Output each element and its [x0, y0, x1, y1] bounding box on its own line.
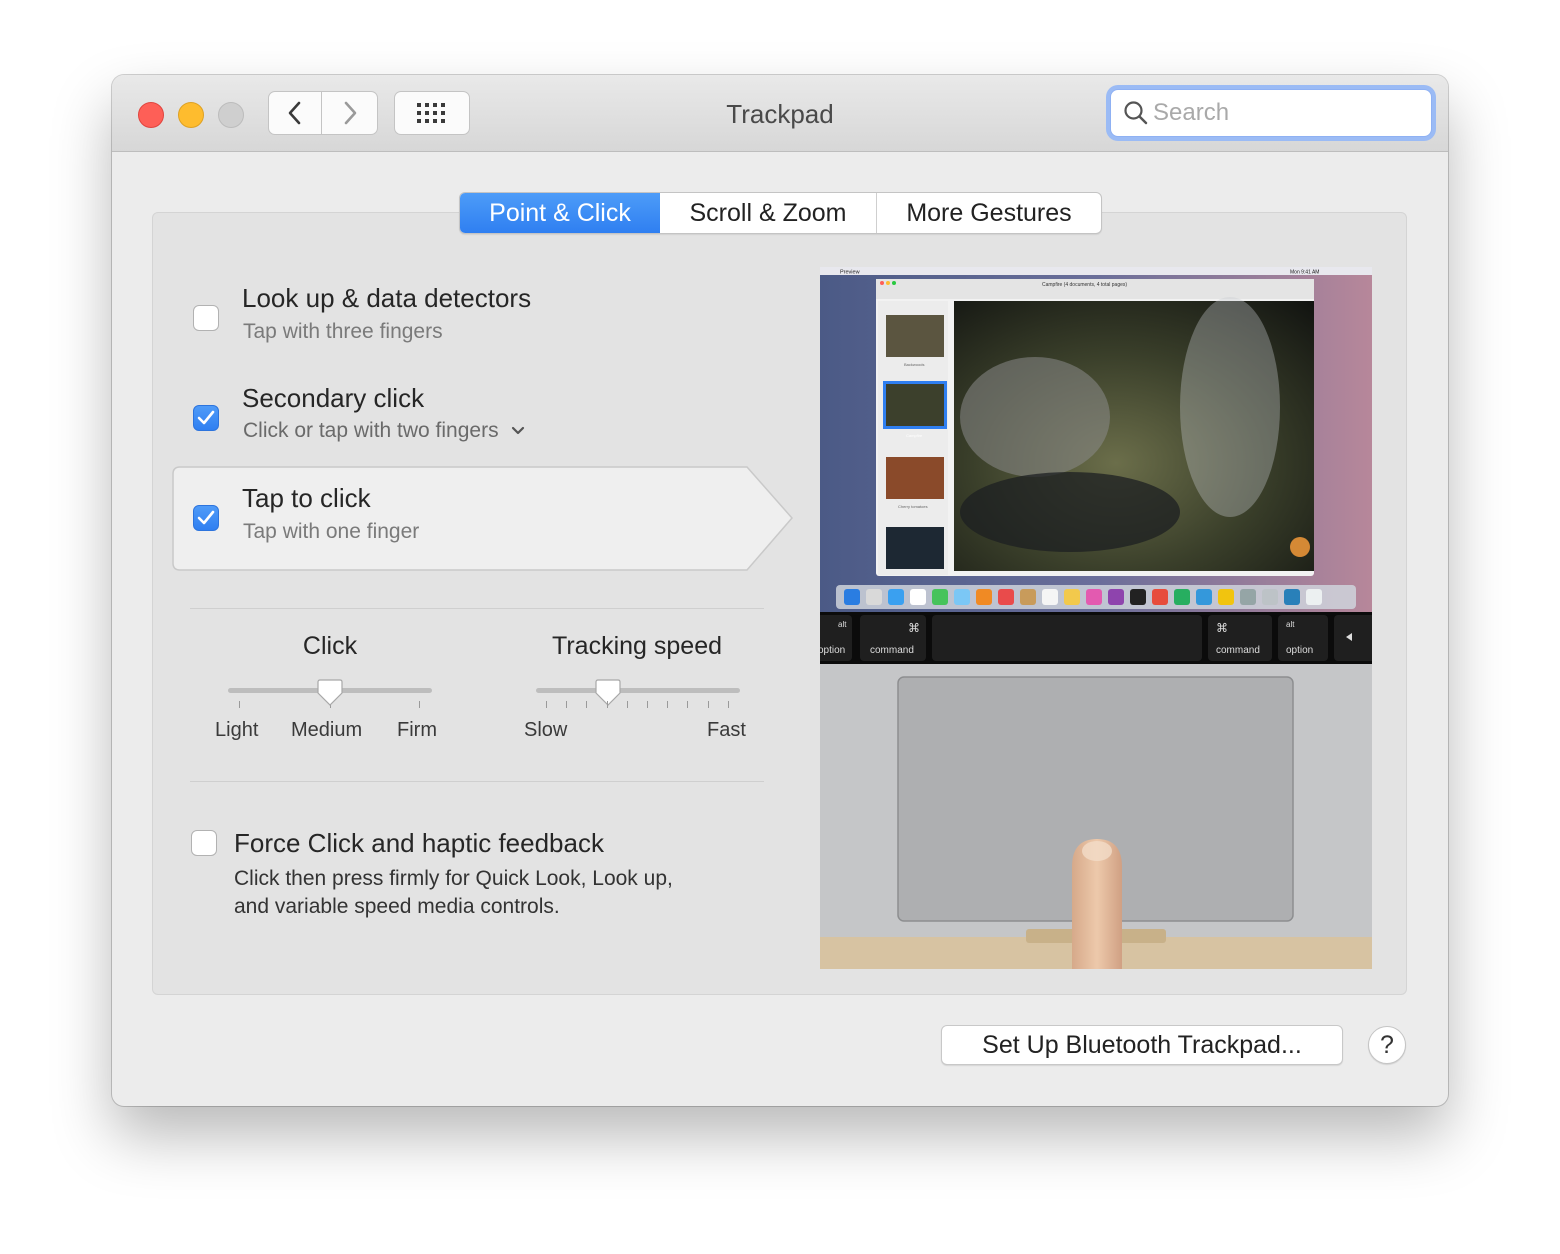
- svg-text:alt: alt: [838, 620, 847, 629]
- setup-bluetooth-trackpad-button[interactable]: Set Up Bluetooth Trackpad...: [941, 1025, 1343, 1065]
- secondary-click-checkbox[interactable]: [193, 405, 219, 431]
- dock-app-icon: [932, 589, 948, 605]
- slider-tick: [606, 701, 608, 708]
- search-input[interactable]: [1153, 99, 1413, 127]
- tap-to-click-subtitle: Tap with one finger: [243, 520, 420, 543]
- svg-text:option: option: [1286, 645, 1313, 656]
- tracking-slider-knob[interactable]: [595, 679, 621, 707]
- slider-tick: [687, 701, 689, 708]
- tracking-label-slow: Slow: [524, 719, 568, 741]
- svg-text:Cherry tomatoes: Cherry tomatoes: [898, 504, 928, 509]
- dock-app-icon: [1284, 589, 1300, 605]
- dock-app-icon: [1306, 589, 1322, 605]
- dock-app-icon: [1020, 589, 1036, 605]
- click-slider-title: Click: [302, 632, 358, 660]
- secondary-click-subtitle: Click or tap with two fingers: [243, 419, 499, 442]
- dock-app-icon: [1218, 589, 1234, 605]
- tap-to-click-checkbox[interactable]: [193, 505, 219, 531]
- lookup-title: Look up & data detectors: [242, 283, 532, 313]
- dock-app-icon: [1196, 589, 1212, 605]
- dock-app-icon: [1174, 589, 1190, 605]
- force-click-description-line1: Click then press firmly for Quick Look, …: [234, 867, 673, 890]
- svg-text:option: option: [820, 645, 845, 656]
- tab-point-click[interactable]: Point & Click: [460, 193, 660, 233]
- tracking-slider-track[interactable]: [536, 688, 740, 693]
- dock-app-icon: [1130, 589, 1146, 605]
- mini-clock: Mon 9:41 AM: [1290, 270, 1319, 276]
- svg-text:Campfire: Campfire: [906, 433, 923, 438]
- dock-app-icon: [1086, 589, 1102, 605]
- click-label-medium: Medium: [291, 719, 363, 741]
- force-click-title: Force Click and haptic feedback: [234, 828, 604, 858]
- svg-text:command: command: [870, 645, 914, 656]
- divider: [190, 608, 764, 609]
- search-field[interactable]: [1110, 89, 1432, 137]
- lookup-subtitle: Tap with three fingers: [243, 320, 443, 343]
- secondary-click-dropdown[interactable]: Click or tap with two fingers: [243, 419, 526, 443]
- mini-menubar-text: Preview: [840, 270, 860, 276]
- dock-app-icon: [954, 589, 970, 605]
- lookup-checkbox[interactable]: [193, 305, 219, 331]
- dock-app-icon: [1240, 589, 1256, 605]
- dock-app-icon: [976, 589, 992, 605]
- command-icon: ⌘: [908, 621, 920, 635]
- secondary-click-title: Secondary click: [242, 383, 425, 413]
- tab-bar: Point & Click Scroll & Zoom More Gesture…: [459, 192, 1102, 234]
- command-icon: ⌘: [1216, 621, 1228, 635]
- search-icon: [1123, 100, 1149, 126]
- tab-more-gestures[interactable]: More Gestures: [877, 193, 1101, 233]
- force-click-description-line2: and variable speed media controls.: [234, 895, 560, 918]
- svg-text:command: command: [1216, 645, 1260, 656]
- mini-doc-title: Campfire (4 documents, 4 total pages): [1042, 282, 1127, 288]
- svg-text:alt: alt: [1286, 620, 1295, 629]
- dock-app-icon: [844, 589, 860, 605]
- tracking-slider-title: Tracking speed: [552, 632, 722, 660]
- dock-app-icon: [1152, 589, 1168, 605]
- click-label-light: Light: [215, 719, 259, 741]
- click-slider-knob[interactable]: [317, 679, 343, 707]
- slider-tick: [419, 701, 420, 708]
- dock-app-icon: [1064, 589, 1080, 605]
- dock-app-icon: [998, 589, 1014, 605]
- chevron-down-icon: [512, 426, 525, 435]
- slider-tick: [566, 701, 568, 708]
- dock-app-icon: [866, 589, 882, 605]
- slider-tick: [647, 701, 648, 708]
- tab-scroll-zoom[interactable]: Scroll & Zoom: [660, 193, 877, 233]
- slider-tick: [727, 701, 729, 708]
- slider-tick: [239, 701, 240, 708]
- tracking-label-fast: Fast: [707, 719, 746, 741]
- title-bar: Trackpad: [112, 75, 1448, 152]
- dock-app-icon: [910, 589, 926, 605]
- slider-tick: [707, 701, 709, 708]
- dock-app-icon: [1042, 589, 1058, 605]
- help-button[interactable]: ?: [1368, 1026, 1406, 1064]
- tap-to-click-title: Tap to click: [242, 483, 371, 513]
- divider: [190, 781, 764, 782]
- trackpad-preview-illustration: Preview Mon 9:41 AM Campfire (4 document…: [820, 267, 1372, 969]
- dock-app-icon: [888, 589, 904, 605]
- dock-app-icon: [1262, 589, 1278, 605]
- slider-tick: [546, 701, 547, 708]
- click-label-firm: Firm: [397, 719, 437, 741]
- slider-tick: [586, 701, 588, 708]
- force-click-checkbox[interactable]: [191, 830, 217, 856]
- svg-text:Backwoods: Backwoods: [904, 362, 924, 367]
- dock-app-icon: [1108, 589, 1124, 605]
- checkmark-icon: [197, 410, 215, 425]
- checkmark-icon: [197, 510, 215, 525]
- trackpad-preferences-window: Trackpad Point & Click Scroll & Zoom Mor…: [112, 75, 1448, 1106]
- slider-tick: [626, 701, 628, 708]
- slider-tick: [667, 701, 669, 708]
